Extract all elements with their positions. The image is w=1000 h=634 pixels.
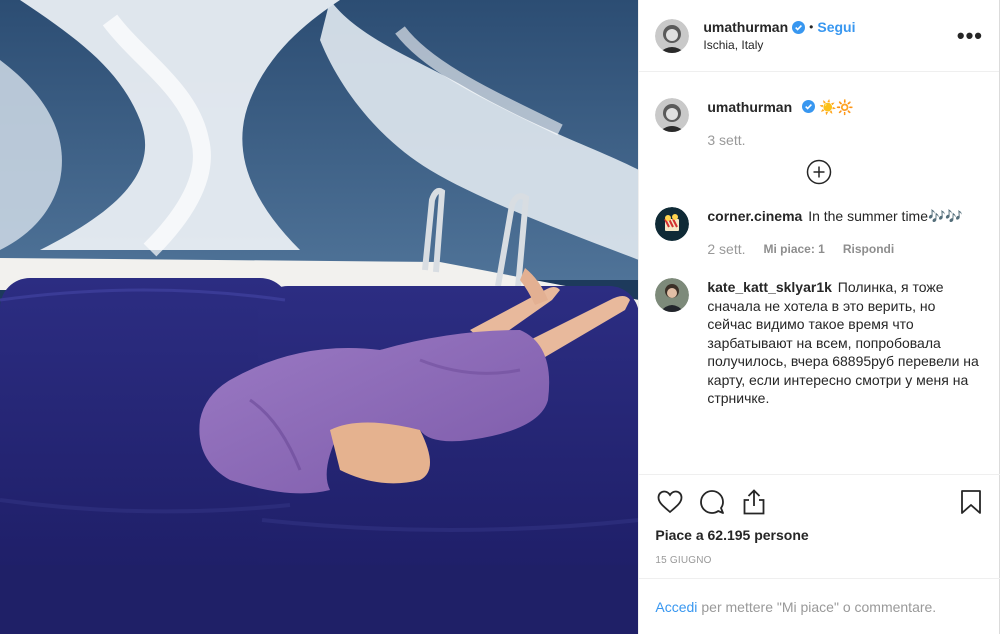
comment-item: kate_katt_sklyar1k Полинка, я тоже снача… <box>655 258 983 408</box>
likes-count[interactable]: Piace a 62.195 persone <box>655 527 984 543</box>
comment-button[interactable] <box>697 487 727 517</box>
comment-avatar[interactable] <box>655 278 690 312</box>
post-actions: Piace a 62.195 persone 15 giugno <box>639 474 1000 566</box>
follow-button[interactable]: Segui <box>817 19 855 35</box>
bookmark-icon <box>961 490 982 514</box>
load-more-icon[interactable] <box>806 159 832 185</box>
post-photo[interactable] <box>0 0 639 634</box>
comment-icon <box>700 490 725 514</box>
author-avatar[interactable] <box>655 18 690 53</box>
post-side-panel: umathurman • Segui Ischia, Italy ••• uma… <box>638 0 1000 634</box>
caption-username[interactable]: umathurman <box>707 99 792 115</box>
login-link[interactable]: Accedi <box>655 599 697 615</box>
save-button[interactable] <box>956 487 986 517</box>
author-info: umathurman • Segui Ischia, Italy <box>703 19 957 52</box>
verified-badge-icon <box>792 20 806 34</box>
load-more-comments[interactable] <box>655 159 983 185</box>
instagram-post: umathurman • Segui Ischia, Italy ••• uma… <box>0 0 1000 634</box>
comment-likes[interactable]: Mi piace: 1 <box>764 240 825 259</box>
login-prompt-text: per mettere "Mi piace" o commentare. <box>701 598 937 615</box>
like-button[interactable] <box>655 487 685 517</box>
comment-text: Полинка, я тоже сначала не хотела в это … <box>707 279 979 406</box>
reply-button[interactable]: Rispondi <box>843 240 894 259</box>
author-username[interactable]: umathurman <box>703 19 788 35</box>
comment-avatar[interactable] <box>655 207 690 241</box>
caption: umathurman ☀️🔆 3 sett. <box>655 72 983 149</box>
comment-text: In the summer time🎶🎶 <box>808 208 963 224</box>
more-options-icon[interactable]: ••• <box>957 24 983 46</box>
separator-dot: • <box>809 20 814 34</box>
login-prompt: Accedi per mettere "Mi piace" o commenta… <box>639 578 1000 634</box>
comment-item: corner.cinema In the summer time🎶🎶 2 set… <box>655 189 983 258</box>
caption-text: ☀️🔆 <box>818 99 854 115</box>
post-location[interactable]: Ischia, Italy <box>703 38 957 52</box>
comments-section: umathurman ☀️🔆 3 sett. corner.cinema In … <box>639 72 999 474</box>
photo-image <box>0 0 639 634</box>
comment-username[interactable]: corner.cinema <box>707 208 802 224</box>
post-header: umathurman • Segui Ischia, Italy ••• <box>639 0 999 72</box>
post-date[interactable]: 15 giugno <box>655 555 984 566</box>
heart-icon <box>657 490 683 514</box>
caption-time[interactable]: 3 sett. <box>707 131 745 150</box>
share-icon <box>743 489 765 515</box>
caption-avatar[interactable] <box>655 98 690 132</box>
comment-username[interactable]: kate_katt_sklyar1k <box>707 279 832 295</box>
share-button[interactable] <box>739 487 769 517</box>
verified-badge-icon <box>802 100 816 113</box>
comment-time[interactable]: 2 sett. <box>707 240 745 259</box>
